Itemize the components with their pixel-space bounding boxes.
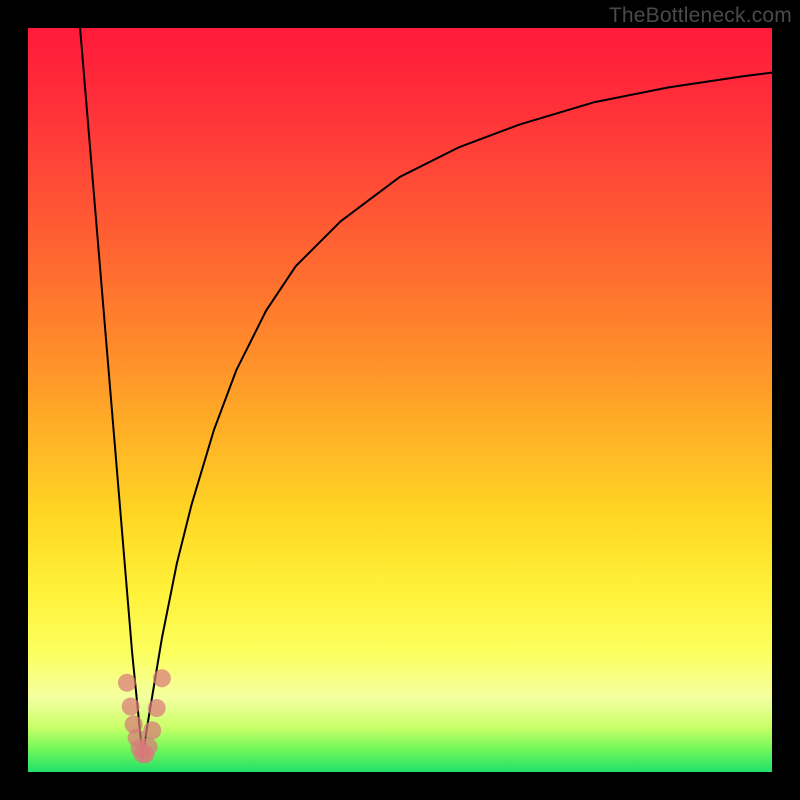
valley-marker-10 (153, 669, 171, 687)
chart-frame: TheBottleneck.com (0, 0, 800, 800)
valley-marker-0 (118, 674, 136, 692)
valley-marker-1 (122, 698, 140, 716)
valley-marker-9 (148, 699, 166, 717)
curve-svg (28, 28, 772, 772)
series-right-branch (143, 73, 772, 757)
plot-area (28, 28, 772, 772)
valley-marker-7 (140, 738, 158, 756)
watermark-text: TheBottleneck.com (609, 4, 792, 28)
markers-group (118, 669, 171, 763)
curves-group (80, 28, 772, 757)
valley-marker-8 (143, 721, 161, 739)
series-left-branch (80, 28, 143, 757)
